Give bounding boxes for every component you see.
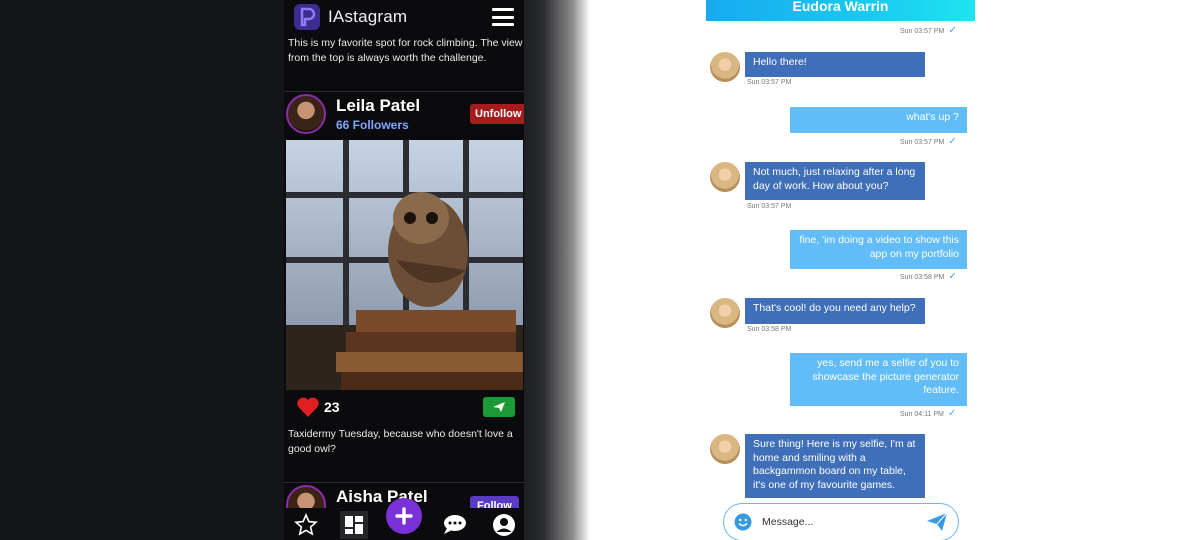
profile-icon[interactable] — [490, 511, 518, 539]
avatar[interactable] — [710, 298, 740, 328]
message-input[interactable] — [762, 516, 902, 528]
hamburger-menu-icon[interactable] — [492, 8, 514, 26]
avatar[interactable] — [710, 162, 740, 192]
read-check-icon: ✓ — [948, 136, 957, 147]
post-image[interactable] — [286, 140, 523, 390]
message-time: Sun 03:58 PM ✓ — [900, 271, 957, 282]
outgoing-message: fine, 'im doing a video to show this app… — [790, 230, 967, 269]
app-logo-icon — [294, 4, 320, 30]
post-author-name[interactable]: Leila Patel — [336, 96, 420, 116]
message-time: Sun 03:57 PM — [747, 203, 792, 210]
emoji-icon[interactable] — [734, 513, 752, 531]
outgoing-message: what's up ? — [790, 107, 967, 133]
message-time: Sun 03:58 PM — [747, 326, 792, 333]
incoming-message: Sure thing! Here is my selfie, I'm at ho… — [745, 434, 925, 498]
incoming-message: Hello there! — [745, 52, 925, 77]
avatar[interactable] — [710, 52, 740, 82]
incoming-message: That's cool! do you need any help? — [745, 298, 925, 324]
message-time: Sun 03:57 PM — [747, 79, 792, 86]
plus-icon — [395, 507, 413, 525]
add-post-button[interactable] — [386, 498, 422, 534]
app-title: IAstagram — [328, 7, 408, 26]
unfollow-button[interactable]: Unfollow — [470, 104, 524, 124]
star-icon[interactable] — [292, 511, 320, 539]
incoming-message: Not much, just relaxing after a long day… — [745, 162, 925, 200]
like-row: 23 — [296, 396, 340, 418]
chat-screen: Eudora Warrin Sun 03:57 PM ✓ Hello there!… — [697, 0, 987, 540]
message-time: Sun 04:11 PM ✓ — [900, 408, 957, 419]
follower-count: 66 Followers — [336, 118, 409, 132]
post-caption: Taxidermy Tuesday, because who doesn't l… — [288, 428, 513, 455]
heart-icon[interactable] — [296, 396, 320, 418]
read-check-icon: ✓ — [948, 25, 957, 36]
chat-icon[interactable] — [440, 511, 468, 539]
divider — [284, 482, 524, 483]
post-caption: This is my favorite spot for rock climbi… — [288, 37, 523, 64]
dashboard-icon[interactable] — [340, 511, 368, 539]
send-icon[interactable] — [483, 397, 515, 417]
message-time: Sun 03:57 PM ✓ — [900, 136, 957, 147]
outgoing-message: yes, send me a selfie of you to showcase… — [790, 353, 967, 406]
divider — [284, 91, 524, 92]
like-count: 23 — [324, 399, 340, 415]
avatar[interactable] — [710, 434, 740, 464]
message-composer — [723, 503, 959, 540]
app-header: IAstagram — [284, 0, 524, 34]
read-check-icon: ✓ — [947, 408, 957, 419]
avatar[interactable] — [286, 94, 326, 134]
read-check-icon: ✓ — [948, 271, 957, 282]
iastagram-screen: IAstagram This is my favorite spot for r… — [284, 0, 524, 540]
chat-header: Eudora Warrin — [706, 0, 975, 21]
send-icon[interactable] — [926, 512, 948, 532]
message-time: Sun 03:57 PM ✓ — [900, 25, 957, 36]
